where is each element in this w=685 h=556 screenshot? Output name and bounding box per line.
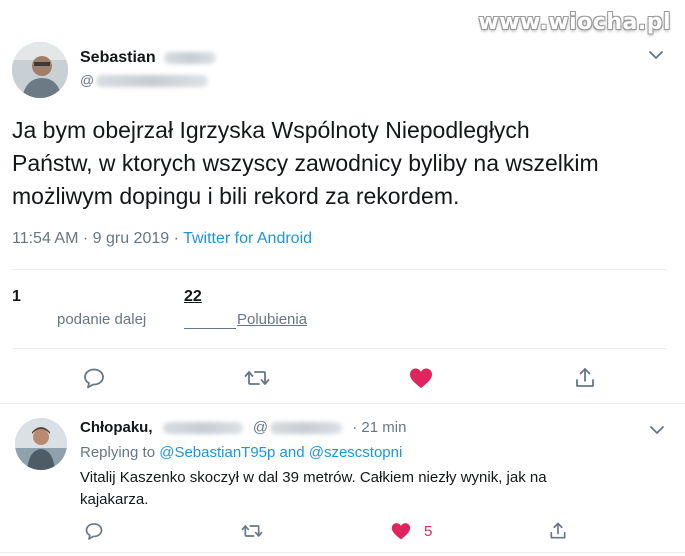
reply-text-line: kajakarza. xyxy=(80,491,149,508)
tweet-text: Ja bym obejrzał Igrzyska Wspólnoty Niepo… xyxy=(12,114,672,213)
redacted-handle xyxy=(270,422,343,435)
reply-button[interactable] xyxy=(80,364,108,392)
heart-icon xyxy=(410,368,432,388)
section-divider xyxy=(0,403,685,404)
redacted-surname xyxy=(164,51,217,64)
divider xyxy=(12,269,667,270)
reply-header: Chłopaku, @ · 21 min xyxy=(80,419,406,436)
heart-icon xyxy=(391,523,411,540)
reply-icon xyxy=(85,523,103,540)
reply-timestamp[interactable]: · 21 min xyxy=(352,419,406,436)
retweet-icon xyxy=(241,525,263,537)
tweet-source-link[interactable]: Twitter for Android xyxy=(183,230,312,247)
likes-label-underline xyxy=(184,312,236,329)
reply-text: Vitalij Kaszenko skoczył w dal 39 metrów… xyxy=(80,467,660,511)
reply-author-name[interactable]: Chłopaku, xyxy=(80,419,153,436)
tweet-timestamp[interactable]: 11:54 AM · 9 gru 2019 · xyxy=(12,230,183,247)
author-handle[interactable]: @ xyxy=(80,72,209,88)
reply-reply-button[interactable] xyxy=(82,519,106,543)
reply-handle-prefix[interactable]: @ xyxy=(253,419,268,436)
retweets-label[interactable]: podanie dalej xyxy=(57,311,146,328)
reply-author-avatar[interactable] xyxy=(15,418,67,470)
author-avatar[interactable] xyxy=(12,42,68,98)
reply-text-line: Vitalij Kaszenko skoczył w dal 39 metrów… xyxy=(80,469,547,486)
likes-count[interactable]: 22 xyxy=(184,288,202,306)
replying-to: Replying to @SebastianT95p and @szescsto… xyxy=(80,444,403,461)
reply-like-count: 5 xyxy=(424,522,433,540)
tweet-text-line: Państw, w ktorych wszyscy zawodnicy byli… xyxy=(12,150,599,176)
like-button[interactable] xyxy=(407,364,435,392)
reply-share-button[interactable] xyxy=(546,519,570,543)
watermark: www.wiocha.pl xyxy=(478,10,671,35)
likes-label[interactable]: Polubienia xyxy=(237,311,307,328)
redacted-name xyxy=(162,422,243,435)
tweet-text-line: Ja bym obejrzał Igrzyska Wspólnoty Niepo… xyxy=(12,117,530,143)
retweet-icon xyxy=(244,371,270,385)
chevron-down-icon[interactable] xyxy=(648,423,666,437)
divider xyxy=(12,348,667,349)
reply-like-button[interactable]: 5 xyxy=(390,519,432,543)
share-icon xyxy=(576,368,594,387)
retweets-count[interactable]: 1 xyxy=(12,288,21,306)
author-name[interactable]: Sebastian xyxy=(80,49,217,67)
redacted-handle xyxy=(96,75,209,88)
tweet-meta: 11:54 AM · 9 gru 2019 · Twitter for Andr… xyxy=(12,230,312,248)
reply-retweet-button[interactable] xyxy=(240,519,264,543)
share-button[interactable] xyxy=(571,364,599,392)
chevron-down-icon[interactable] xyxy=(647,48,665,62)
share-icon xyxy=(550,522,566,539)
divider xyxy=(0,552,685,553)
reply-icon xyxy=(84,368,104,389)
tweet-text-line: możliwym dopingu i bili rekord za rekord… xyxy=(12,183,460,209)
replying-to-users[interactable]: @SebastianT95p and @szescstopni xyxy=(159,444,402,461)
retweet-button[interactable] xyxy=(243,364,271,392)
